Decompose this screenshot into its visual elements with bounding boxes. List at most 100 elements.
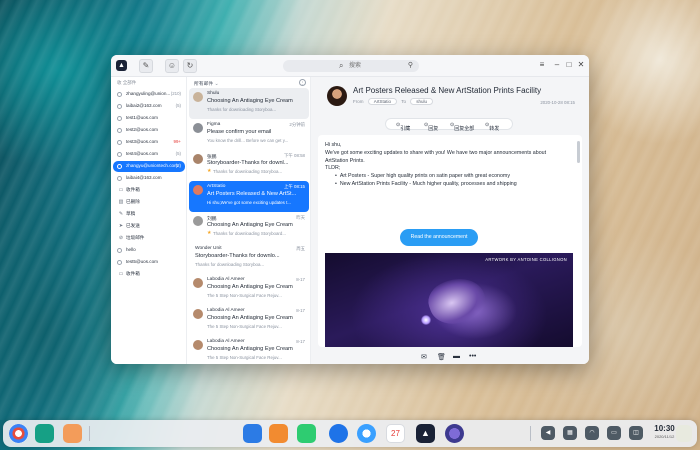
message-subject: Choosing An Antiaging Eye Cream bbox=[207, 315, 293, 321]
message-sender: Labodia Al Ameer bbox=[207, 277, 245, 282]
contacts-button[interactable]: ☺ bbox=[165, 59, 179, 73]
account-sidebar: 收 全部件 zhangyuling@union... (210) laibai2… bbox=[111, 77, 187, 364]
clock-date: 2020/11/12 bbox=[654, 434, 675, 439]
more-icon[interactable]: ••• bbox=[469, 353, 476, 360]
search-box[interactable]: ⌕ ⚲ bbox=[283, 60, 419, 72]
read-announcement-button[interactable]: Read the announcement bbox=[400, 229, 478, 246]
folder-inbox[interactable]: ▭ 收件箱 bbox=[113, 185, 185, 196]
flag-icon[interactable]: ★ bbox=[207, 168, 211, 174]
mail-window: ▲ ✎ ☺ ↻ ⌕ ⚲ ≡ – □ ✕ 收 全部件 zhangyuling@un… bbox=[111, 55, 589, 364]
list-item[interactable]: Labodia Al Ameer 8-17 Choosing An Antiag… bbox=[189, 336, 309, 364]
folder-label: 已删除 bbox=[126, 199, 140, 204]
list-item[interactable]: Figma 2分钟前 Please confirm your email You… bbox=[189, 119, 309, 150]
list-settings-icon[interactable]: ⋮ bbox=[299, 79, 306, 86]
message-sender: Wonder Unit bbox=[195, 246, 222, 251]
mark-read-icon[interactable]: ✉ bbox=[421, 353, 427, 361]
sidebar-account[interactable]: test5@uos.com bbox=[113, 257, 185, 268]
flag-icon[interactable]: ★ bbox=[207, 230, 211, 236]
mail-app-icon[interactable]: ▲ bbox=[416, 424, 435, 443]
bullet-text: New ArtStation Prints Facility - Much hi… bbox=[339, 180, 517, 187]
message-sender: Labodia Al Ameer bbox=[207, 339, 245, 344]
reply-button[interactable]: ⊙ 回复 bbox=[424, 122, 438, 132]
sidebar-account[interactable]: test2@uos.com bbox=[113, 125, 185, 136]
message-time: 昨天 bbox=[296, 215, 305, 220]
filter-icon[interactable]: ⚲ bbox=[408, 60, 413, 72]
message-subject: Choosing An Antiaging Eye Cream bbox=[207, 346, 293, 352]
list-item[interactable]: Labodia Al Ameer 8-17 Choosing An Antiag… bbox=[189, 305, 309, 336]
move-folder-icon[interactable]: ▬ bbox=[453, 353, 460, 360]
file-manager-icon[interactable] bbox=[269, 424, 288, 443]
notification-icon[interactable]: ◫ bbox=[629, 426, 643, 440]
message-subject: Choosing An Antiaging Eye Cream bbox=[207, 98, 293, 104]
sidebar-account[interactable]: test1@uos.com bbox=[113, 113, 185, 124]
folder-deleted[interactable]: ▥ 已删除 bbox=[113, 197, 185, 208]
delete-icon[interactable]: 🗑 bbox=[437, 353, 446, 361]
sidebar-account[interactable]: hello bbox=[113, 245, 185, 256]
from-chip[interactable]: ArtStatio bbox=[367, 98, 398, 105]
sidebar-account[interactable]: test3@uos.com 99+ bbox=[113, 137, 185, 148]
dock-separator bbox=[530, 426, 531, 441]
folder-inbox-2[interactable]: ▭ 收件箱 bbox=[113, 269, 185, 280]
list-item[interactable]: Labodia Al Ameer 8-17 Choosing An Antiag… bbox=[189, 274, 309, 305]
title-bar: ▲ ✎ ☺ ↻ ⌕ ⚲ ≡ – □ ✕ bbox=[111, 55, 589, 77]
message-subject: Storyboarder-Thanks for downlo... bbox=[195, 253, 280, 259]
calendar-icon[interactable]: 27 bbox=[386, 424, 405, 443]
menu-icon[interactable]: ≡ bbox=[537, 60, 547, 70]
sidebar-account[interactable]: laibai2@163.com (5) bbox=[113, 101, 185, 112]
folder-spam[interactable]: ⊘ 垃圾邮件 bbox=[113, 233, 185, 244]
list-item[interactable]: Shulu Choosing An Antiaging Eye Cream Th… bbox=[189, 88, 309, 119]
keyboard-icon[interactable]: ▦ bbox=[563, 426, 577, 440]
security-center-icon[interactable] bbox=[329, 424, 348, 443]
multitask-view-icon[interactable] bbox=[35, 424, 54, 443]
trash-bin-icon[interactable] bbox=[676, 425, 692, 442]
account-name: laibai4@163.com bbox=[126, 175, 162, 180]
account-icon bbox=[117, 92, 122, 97]
inbox-icon: ▭ bbox=[118, 187, 124, 193]
mail-app-logo-icon: ▲ bbox=[116, 60, 127, 71]
sidebar-account-selected[interactable]: zhangyu@uniontech.com (2) bbox=[113, 161, 185, 172]
music-icon[interactable] bbox=[297, 424, 316, 443]
artwork-caption: ARTWORK BY ANTOINE COLLIGNON bbox=[485, 257, 567, 262]
reply-label: 回复 bbox=[428, 126, 439, 132]
search-input[interactable] bbox=[349, 61, 389, 71]
search-icon: ⌕ bbox=[339, 61, 344, 70]
wifi-icon[interactable]: ◠ bbox=[585, 426, 599, 440]
body-paragraph: We've got some exciting updates to share… bbox=[325, 149, 547, 164]
maximize-button[interactable]: □ bbox=[564, 60, 574, 70]
bullet-text: Art Posters - Super high quality prints … bbox=[339, 173, 510, 180]
to-chip[interactable]: shulu bbox=[410, 98, 433, 105]
list-item[interactable]: 张鹏 下午 08:58 Storyboarder-Thanks for down… bbox=[189, 150, 309, 181]
quote-button[interactable]: ⊙ 引藏 bbox=[396, 122, 410, 132]
unread-count: (5) bbox=[175, 103, 181, 108]
scrollbar[interactable] bbox=[577, 141, 580, 163]
reply-all-button[interactable]: ⊙ 回复全部 bbox=[450, 122, 474, 132]
avatar bbox=[193, 154, 203, 164]
battery-icon[interactable]: ▭ bbox=[607, 426, 621, 440]
sidebar-account[interactable]: laibai4@163.com bbox=[113, 173, 185, 184]
artwork-image: ARTWORK BY ANTOINE COLLIGNON bbox=[325, 253, 573, 347]
email-body: Hi shu, We've got some exciting updates … bbox=[325, 142, 569, 189]
settings-gear-icon[interactable] bbox=[445, 424, 464, 443]
sidebar-account[interactable]: zhangyuling@union... (210) bbox=[113, 89, 185, 100]
minimize-button[interactable]: – bbox=[552, 60, 562, 70]
forward-button[interactable]: ⊙ 转发 bbox=[485, 122, 499, 132]
refresh-button[interactable]: ↻ bbox=[183, 59, 197, 73]
compose-button[interactable]: ✎ bbox=[139, 59, 153, 73]
app-store-icon[interactable] bbox=[243, 424, 262, 443]
launcher-icon[interactable] bbox=[9, 424, 28, 443]
message-subject: Art Posters Released & New ArtSt... bbox=[207, 191, 297, 197]
workspace-icon[interactable] bbox=[63, 424, 82, 443]
close-button[interactable]: ✕ bbox=[576, 60, 586, 70]
list-filter-dropdown[interactable]: 所有邮件 ⌄ bbox=[194, 80, 219, 87]
list-item-selected[interactable]: ArtStatio 上午 08:15 Art Posters Released … bbox=[189, 181, 309, 212]
list-item[interactable]: 刘鹏 昨天 Choosing An Antiaging Eye Cream ★ … bbox=[189, 212, 309, 243]
folder-label: 已发送 bbox=[126, 223, 140, 228]
clock[interactable]: 10:30 2020/11/12 bbox=[652, 424, 677, 440]
folder-sent[interactable]: ➤ 已发送 bbox=[113, 221, 185, 232]
browser-icon[interactable] bbox=[357, 424, 376, 443]
list-item[interactable]: Wonder Unit 周五 Storyboarder-Thanks for d… bbox=[189, 243, 309, 274]
volume-icon[interactable]: ◀ bbox=[541, 426, 555, 440]
body-tldr: TLDR; bbox=[325, 165, 341, 172]
sidebar-account[interactable]: test4@uos.com (5) bbox=[113, 149, 185, 160]
folder-drafts[interactable]: ✎ 草稿 bbox=[113, 209, 185, 220]
